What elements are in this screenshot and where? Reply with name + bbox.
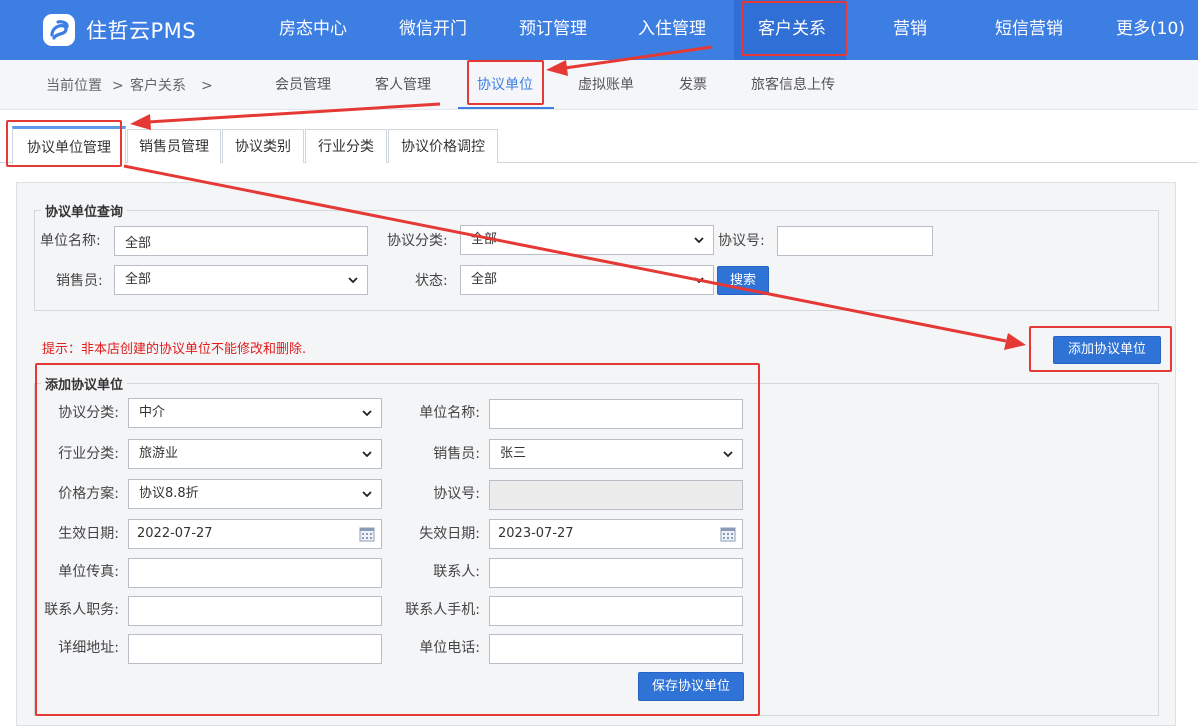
subnav-traveler-upload[interactable]: 旅客信息上传 [751, 60, 835, 110]
chevron-down-icon [362, 410, 372, 417]
subnav-members[interactable]: 会员管理 [275, 60, 331, 110]
calendar-icon[interactable] [720, 526, 736, 542]
form-category-select[interactable]: 中介 [128, 398, 382, 428]
top-navbar: 住哲云PMS 房态中心 微信开门 预订管理 入住管理 客户关系 营销 短信营销 … [0, 0, 1198, 60]
calendar-icon[interactable] [359, 526, 375, 542]
query-category-label: 协议分类: [387, 233, 448, 249]
app-name: 住哲云PMS [86, 19, 197, 43]
form-phone-label: 单位电话: [419, 640, 480, 656]
subnav-agreement-units[interactable]: 协议单位 [477, 60, 533, 110]
query-category-value: 全部 [471, 232, 498, 247]
add-agreement-unit-button[interactable]: 添加协议单位 [1053, 336, 1161, 364]
form-category-label: 协议分类: [58, 405, 119, 421]
hint-text: 提示：非本店创建的协议单位不能修改和删除. [42, 342, 307, 357]
form-start-date-value: 2022-07-27 [137, 526, 213, 541]
query-status-value: 全部 [471, 272, 498, 287]
form-industry-select[interactable]: 旅游业 [128, 439, 382, 469]
query-salesperson-value: 全部 [125, 272, 152, 287]
form-salesperson-select[interactable]: 张三 [489, 439, 743, 469]
form-salesperson-value: 张三 [500, 446, 527, 461]
sub-navbar: 当前位置 > 客户关系 > 会员管理 客人管理 协议单位 虚拟账单 发票 旅客信… [0, 60, 1198, 110]
topnav-more[interactable]: 更多(10) [1116, 0, 1185, 60]
query-category-select[interactable]: 全部 [460, 225, 714, 255]
form-industry-label: 行业分类: [58, 446, 119, 462]
breadcrumb-sep: > [112, 78, 124, 94]
form-end-date-value: 2023-07-27 [498, 526, 574, 541]
form-contact-title-input[interactable] [128, 596, 382, 626]
tab-agreement-price-control[interactable]: 协议价格调控 [388, 129, 498, 163]
form-end-date-label: 失效日期: [419, 526, 480, 542]
form-unit-name-input[interactable] [489, 399, 743, 429]
search-button[interactable]: 搜索 [717, 266, 769, 295]
active-subnav-indicator [458, 107, 554, 109]
tab-industry-category[interactable]: 行业分类 [305, 129, 387, 163]
chevron-down-icon [723, 451, 733, 458]
form-price-plan-label: 价格方案: [58, 486, 119, 502]
form-fax-input[interactable] [128, 558, 382, 588]
query-salesperson-select[interactable]: 全部 [114, 265, 368, 295]
query-unit-name-input[interactable] [114, 226, 368, 256]
form-price-plan-value: 协议8.8折 [139, 486, 199, 501]
chevron-down-icon [348, 277, 358, 284]
query-unit-name-label: 单位名称: [40, 233, 101, 249]
topnav-wechat-door[interactable]: 微信开门 [399, 0, 467, 60]
form-address-label: 详细地址: [58, 640, 119, 656]
topnav-marketing[interactable]: 营销 [893, 0, 927, 60]
subnav-virtual-bills[interactable]: 虚拟账单 [578, 60, 634, 110]
query-salesperson-label: 销售员: [56, 273, 103, 289]
breadcrumb-sep: > [201, 78, 213, 94]
topnav-sms-marketing[interactable]: 短信营销 [995, 0, 1063, 60]
subnav-guests[interactable]: 客人管理 [375, 60, 431, 110]
tab-bar: 协议单位管理 销售员管理 协议类别 行业分类 协议价格调控 [0, 126, 1198, 164]
form-phone-input[interactable] [489, 634, 743, 664]
save-agreement-unit-button[interactable]: 保存协议单位 [638, 672, 744, 701]
topnav-room-status[interactable]: 房态中心 [279, 0, 347, 60]
form-price-plan-select[interactable]: 协议8.8折 [128, 479, 382, 509]
chevron-down-icon [694, 237, 704, 244]
form-industry-value: 旅游业 [139, 446, 179, 461]
query-group-title: 协议单位查询 [45, 205, 124, 220]
add-form-title: 添加协议单位 [45, 378, 124, 393]
breadcrumb-current[interactable]: 客户关系 [130, 60, 186, 110]
form-fax-label: 单位传真: [58, 564, 119, 580]
chevron-down-icon [694, 277, 704, 284]
tab-agreement-unit-management[interactable]: 协议单位管理 [12, 126, 126, 164]
form-category-value: 中介 [139, 405, 166, 420]
form-start-date-input[interactable]: 2022-07-27 [128, 519, 382, 549]
tab-agreement-category[interactable]: 协议类别 [222, 129, 304, 163]
topnav-customer-relations[interactable]: 客户关系 [734, 0, 846, 60]
query-agreement-no-label: 协议号: [718, 233, 765, 249]
form-agreement-no-input [489, 480, 743, 510]
form-start-date-label: 生效日期: [58, 526, 119, 542]
form-contact-title-label: 联系人职务: [44, 602, 119, 618]
form-contact-mobile-input[interactable] [489, 596, 743, 626]
query-status-label: 状态: [415, 273, 448, 289]
query-status-select[interactable]: 全部 [460, 265, 714, 295]
subnav-invoice[interactable]: 发票 [679, 60, 707, 110]
form-contact-mobile-label: 联系人手机: [405, 602, 480, 618]
breadcrumb-prefix: 当前位置 [46, 78, 102, 94]
form-address-input[interactable] [128, 634, 382, 664]
chevron-down-icon [362, 491, 372, 498]
app-logo[interactable]: 住哲云PMS [42, 12, 196, 48]
form-contact-label: 联系人: [433, 564, 480, 580]
topnav-reservation[interactable]: 预订管理 [519, 0, 587, 60]
form-agreement-no-label: 协议号: [433, 486, 480, 502]
form-salesperson-label: 销售员: [433, 446, 480, 462]
form-end-date-input[interactable]: 2023-07-27 [489, 519, 743, 549]
tab-salesperson-management[interactable]: 销售员管理 [127, 129, 221, 163]
form-contact-input[interactable] [489, 558, 743, 588]
query-agreement-no-input[interactable] [777, 226, 933, 256]
topnav-checkin[interactable]: 入住管理 [638, 0, 706, 60]
chevron-down-icon [362, 451, 372, 458]
form-unit-name-label: 单位名称: [419, 405, 480, 421]
logo-icon [43, 14, 75, 46]
